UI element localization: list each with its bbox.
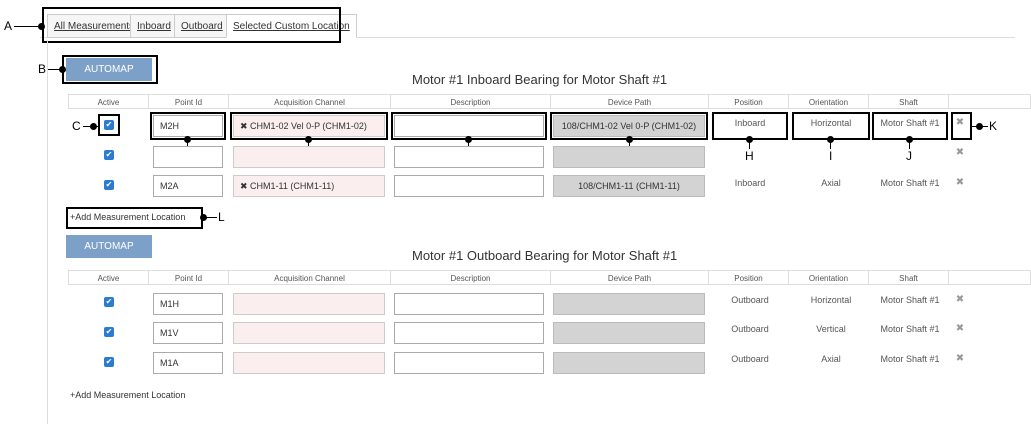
callout-line-l xyxy=(205,217,217,218)
orientation-cell: Axial xyxy=(821,354,841,364)
header-orientation: Orientation xyxy=(788,270,868,285)
acquisition-channel-input[interactable] xyxy=(233,352,385,374)
orientation-cell: Axial xyxy=(821,178,841,188)
shaft-cell: Motor Shaft #1 xyxy=(880,178,940,188)
shaft-cell: Motor Shaft #1 xyxy=(880,354,940,364)
device-path-field xyxy=(553,146,705,168)
add-measurement-location-link[interactable]: +Add Measurement Location xyxy=(70,390,185,400)
callout-label-a: A xyxy=(4,19,13,33)
header-shaft: Shaft xyxy=(868,270,948,285)
callout-box-c xyxy=(98,114,120,136)
section-title-inboard: Motor #1 Inboard Bearing for Motor Shaft… xyxy=(412,72,668,87)
acquisition-channel-input[interactable]: ✖ CHM1-11 (CHM1-11) xyxy=(233,175,385,197)
delete-row-icon[interactable]: ✖ xyxy=(955,147,965,158)
content-left-border xyxy=(47,40,48,424)
header-shaft: Shaft xyxy=(868,94,948,109)
header-point-id: Point Id xyxy=(148,270,228,285)
callout-line-k xyxy=(972,126,988,127)
description-input[interactable] xyxy=(394,322,544,344)
header-acquisition-channel: Acquisition Channel xyxy=(228,94,390,109)
header-active: Active xyxy=(68,94,148,109)
callout-line-i xyxy=(830,140,831,149)
header-description: Description xyxy=(390,94,550,109)
device-path-field xyxy=(553,293,705,315)
header-position: Position xyxy=(708,270,788,285)
section-title-outboard: Motor #1 Outboard Bearing for Motor Shaf… xyxy=(412,248,678,263)
active-checkbox[interactable]: ✔ xyxy=(104,150,114,160)
acquisition-channel-input[interactable] xyxy=(233,322,385,344)
callout-label-h: H xyxy=(745,149,754,163)
header-device-path: Device Path xyxy=(550,94,708,109)
description-input[interactable] xyxy=(394,146,544,168)
delete-row-icon[interactable]: ✖ xyxy=(955,294,965,305)
header-acquisition-channel: Acquisition Channel xyxy=(228,270,390,285)
active-checkbox[interactable]: ✔ xyxy=(104,297,114,307)
position-cell: Outboard xyxy=(731,324,769,334)
header-actions xyxy=(948,94,1031,109)
description-input[interactable] xyxy=(394,293,544,315)
delete-row-icon[interactable]: ✖ xyxy=(955,177,965,188)
orientation-cell: Vertical xyxy=(816,324,846,334)
callout-label-j: J xyxy=(906,149,912,163)
callout-box-a xyxy=(42,7,341,43)
callout-label-k: K xyxy=(989,119,998,133)
callout-label-l: L xyxy=(218,210,225,224)
orientation-cell: Horizontal xyxy=(810,295,852,305)
header-orientation: Orientation xyxy=(788,94,868,109)
acquisition-channel-input[interactable] xyxy=(233,293,385,315)
callout-box-l xyxy=(66,207,203,229)
header-position: Position xyxy=(708,94,788,109)
table-header-inboard: Active Point Id Acquisition Channel Desc… xyxy=(68,94,1031,109)
callout-line-h xyxy=(749,140,750,149)
active-checkbox[interactable]: ✔ xyxy=(104,180,114,190)
point-id-input[interactable]: M1H xyxy=(153,293,223,315)
header-point-id: Point Id xyxy=(148,94,228,109)
description-input[interactable] xyxy=(394,175,544,197)
active-checkbox[interactable]: ✔ xyxy=(104,357,114,367)
point-id-input[interactable]: M1V xyxy=(153,322,223,344)
position-cell: Outboard xyxy=(731,295,769,305)
callout-dot-c xyxy=(90,123,97,130)
callout-dot-b xyxy=(59,66,66,73)
callout-box-k xyxy=(951,112,972,140)
device-path-field: 108/CHM1-11 (CHM1-11) xyxy=(553,175,705,197)
callout-box-b xyxy=(62,55,158,84)
point-id-input[interactable]: M2A xyxy=(153,175,223,197)
device-path-field xyxy=(553,322,705,344)
header-device-path: Device Path xyxy=(550,270,708,285)
callout-dot-a xyxy=(38,23,45,30)
header-active: Active xyxy=(68,270,148,285)
acquisition-channel-input[interactable] xyxy=(233,146,385,168)
callout-label-i: I xyxy=(829,149,833,163)
header-actions xyxy=(948,270,1031,285)
callout-label-b: B xyxy=(38,62,47,76)
shaft-cell: Motor Shaft #1 xyxy=(880,295,940,305)
point-id-input[interactable] xyxy=(153,146,223,168)
delete-row-icon[interactable]: ✖ xyxy=(955,323,965,334)
delete-row-icon[interactable]: ✖ xyxy=(955,353,965,364)
description-input[interactable] xyxy=(394,352,544,374)
position-cell: Outboard xyxy=(731,354,769,364)
position-cell: Inboard xyxy=(734,178,766,188)
active-checkbox[interactable]: ✔ xyxy=(104,327,114,337)
shaft-cell: Motor Shaft #1 xyxy=(880,324,940,334)
device-path-field xyxy=(553,352,705,374)
callout-line-j xyxy=(909,140,910,149)
table-header-outboard: Active Point Id Acquisition Channel Desc… xyxy=(68,270,1031,285)
automap-button[interactable]: AUTOMAP xyxy=(66,235,152,258)
point-id-input[interactable]: M1A xyxy=(153,352,223,374)
callout-label-c: C xyxy=(72,119,81,133)
header-description: Description xyxy=(390,270,550,285)
